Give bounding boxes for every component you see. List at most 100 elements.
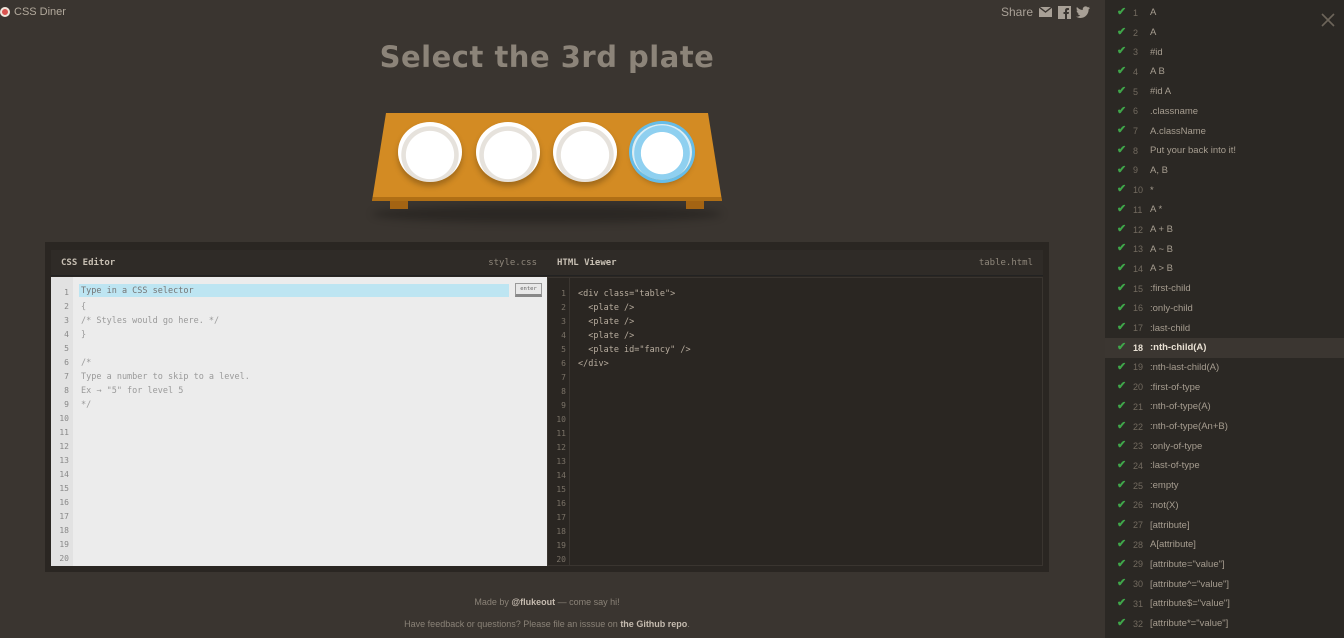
mail-icon[interactable] bbox=[1038, 6, 1052, 19]
level-item[interactable]: ✔ 25:empty bbox=[1105, 476, 1344, 496]
level-number: 10 bbox=[1133, 185, 1144, 196]
level-item[interactable]: ✔ 28 A[attribute] bbox=[1105, 535, 1344, 555]
code-line: <plate /> bbox=[578, 303, 635, 313]
level-item[interactable]: ✔ 17:last-child bbox=[1105, 318, 1344, 338]
level-name: A bbox=[1150, 7, 1157, 19]
share-label: Share bbox=[1001, 5, 1034, 19]
level-name: [attribute$="value"] bbox=[1150, 598, 1230, 610]
level-number: 17 bbox=[1133, 323, 1144, 334]
checkmark-icon: ✔ bbox=[1117, 6, 1127, 18]
level-name: A * bbox=[1150, 204, 1163, 216]
line-number: 4 bbox=[561, 331, 566, 340]
level-item[interactable]: ✔ 30 [attribute^="value"] bbox=[1105, 574, 1344, 594]
line-number: 13 bbox=[556, 457, 566, 466]
level-item[interactable]: ✔ 14 A > B bbox=[1105, 259, 1344, 279]
checkmark-icon: ✔ bbox=[1117, 242, 1127, 255]
level-item[interactable]: ✔ 16:only-child bbox=[1105, 299, 1344, 319]
line-number: 18 bbox=[59, 526, 69, 535]
level-item[interactable]: ✔ 22:nth-of-type(An+B) bbox=[1105, 417, 1344, 437]
level-name: A B bbox=[1150, 66, 1165, 78]
level-number: 23 bbox=[1133, 441, 1144, 452]
level-item[interactable]: ✔ 23:only-of-type bbox=[1105, 436, 1344, 456]
line-number: 19 bbox=[556, 541, 566, 550]
css-selector-input[interactable] bbox=[81, 284, 501, 297]
level-item[interactable]: ✔ 2 A bbox=[1105, 23, 1344, 43]
checkmark-icon: ✔ bbox=[1117, 25, 1127, 38]
github-repo-link[interactable]: the Github repo bbox=[620, 619, 687, 629]
level-number: 8 bbox=[1133, 145, 1139, 156]
level-item[interactable]: ✔ 29 [attribute="value"] bbox=[1105, 555, 1344, 575]
level-item[interactable]: ✔ 4 A B bbox=[1105, 62, 1344, 82]
checkmark-icon: ✔ bbox=[1117, 400, 1127, 412]
close-icon[interactable] bbox=[1320, 12, 1336, 28]
level-item[interactable]: ✔ 19:nth-last-child(A) bbox=[1105, 358, 1344, 378]
html-file-name: table.html bbox=[978, 257, 1033, 268]
level-item[interactable]: ✔ 27 [attribute] bbox=[1105, 515, 1344, 535]
checkmark-icon: ✔ bbox=[1117, 65, 1127, 78]
plate-fancy[interactable] bbox=[632, 124, 692, 180]
checkmark-icon: ✔ bbox=[1117, 478, 1127, 491]
level-name: :nth-last-child(A) bbox=[1150, 361, 1220, 373]
plate-2[interactable] bbox=[476, 122, 540, 182]
line-number: 12 bbox=[59, 442, 69, 451]
code-line: <plate id="fancy" /> bbox=[578, 345, 691, 355]
level-name: [attribute*="value"] bbox=[1150, 618, 1229, 630]
enter-button[interactable]: enter bbox=[515, 283, 542, 297]
level-item[interactable]: ✔ 3 #id bbox=[1105, 42, 1344, 62]
level-item[interactable]: ✔ 20:first-of-type bbox=[1105, 377, 1344, 397]
checkmark-icon: ✔ bbox=[1117, 143, 1127, 156]
level-item[interactable]: ✔ 6 .classname bbox=[1105, 102, 1344, 122]
level-item[interactable]: ✔ 10 * bbox=[1105, 180, 1344, 200]
level-item[interactable]: ✔ 9 A, B bbox=[1105, 161, 1344, 181]
level-number: 28 bbox=[1133, 539, 1144, 550]
flukeout-link[interactable]: @flukeout bbox=[511, 597, 555, 607]
level-item[interactable]: ✔ 32 [attribute*="value"] bbox=[1105, 614, 1344, 634]
line-number: 4 bbox=[64, 330, 69, 339]
level-item[interactable]: ✔ 5 #id A bbox=[1105, 82, 1344, 102]
level-item[interactable]: ✔ 18:nth-child(A) bbox=[1105, 337, 1344, 358]
checkmark-icon: ✔ bbox=[1117, 498, 1127, 511]
level-item[interactable]: ✔ 1 A bbox=[1105, 3, 1344, 23]
level-item[interactable]: ✔ 15:first-child bbox=[1105, 279, 1344, 299]
level-number: 2 bbox=[1133, 27, 1139, 38]
plate-3[interactable] bbox=[553, 122, 617, 182]
level-item[interactable]: ✔ 12 A + B bbox=[1105, 220, 1344, 240]
level-number: 27 bbox=[1133, 520, 1144, 531]
code-line: <plate /> bbox=[578, 331, 635, 341]
level-item[interactable]: ✔ 11 A * bbox=[1105, 200, 1344, 220]
html-viewer: 1 <div class="table"> 2 <plate /> 3 <plate … bbox=[547, 277, 1043, 566]
logo[interactable]: CSS Diner bbox=[0, 6, 66, 18]
line-number: 16 bbox=[556, 499, 566, 508]
level-item[interactable]: ✔ 13 A ~ B bbox=[1105, 239, 1344, 259]
level-number: 18 bbox=[1133, 342, 1144, 353]
facebook-icon[interactable] bbox=[1057, 5, 1071, 19]
level-list-sidebar: ✔ 1 A ✔ 2 A ✔ 3 #id ✔ 4 A B ✔ 5 #id A ✔ 6 .classname ✔ 7 A.c… bbox=[1105, 0, 1344, 638]
table bbox=[372, 113, 722, 223]
code-line: Type a number to skip to a level. bbox=[81, 372, 250, 382]
line-number: 2 bbox=[64, 302, 69, 311]
line-number: 9 bbox=[561, 401, 566, 410]
level-name: :only-child bbox=[1150, 302, 1193, 314]
level-item[interactable]: ✔ 31 [attribute$="value"] bbox=[1105, 594, 1344, 614]
css-editor-header: CSS Editor style.css bbox=[51, 250, 547, 276]
level-item[interactable]: ✔ 8 Put your back into it! bbox=[1105, 141, 1344, 161]
code-line: /* Styles would go here. */ bbox=[81, 316, 220, 326]
level-name: #id bbox=[1150, 46, 1163, 58]
level-number: 7 bbox=[1133, 126, 1139, 137]
editor-panel: CSS Editor style.css HTML Viewer table.h… bbox=[45, 242, 1049, 572]
level-item[interactable]: ✔ 24:last-of-type bbox=[1105, 456, 1344, 476]
footer-feedback: Have feedback or questions? Please file … bbox=[0, 619, 1094, 629]
level-name: :first-child bbox=[1150, 283, 1191, 295]
footer-text: . bbox=[687, 619, 690, 629]
line-number: 5 bbox=[64, 344, 69, 353]
level-name: * bbox=[1150, 184, 1154, 196]
level-number: 6 bbox=[1133, 106, 1139, 117]
twitter-icon[interactable] bbox=[1076, 6, 1091, 19]
checkmark-icon: ✔ bbox=[1117, 45, 1127, 58]
level-item[interactable]: ✔ 21:nth-of-type(A) bbox=[1105, 397, 1344, 417]
code-line: /* bbox=[81, 358, 92, 368]
level-item[interactable]: ✔ 26:not(X) bbox=[1105, 496, 1344, 516]
html-viewer-header: HTML Viewer table.html bbox=[547, 250, 1043, 276]
level-item[interactable]: ✔ 7 A.className bbox=[1105, 121, 1344, 141]
plate-1[interactable] bbox=[398, 122, 462, 182]
